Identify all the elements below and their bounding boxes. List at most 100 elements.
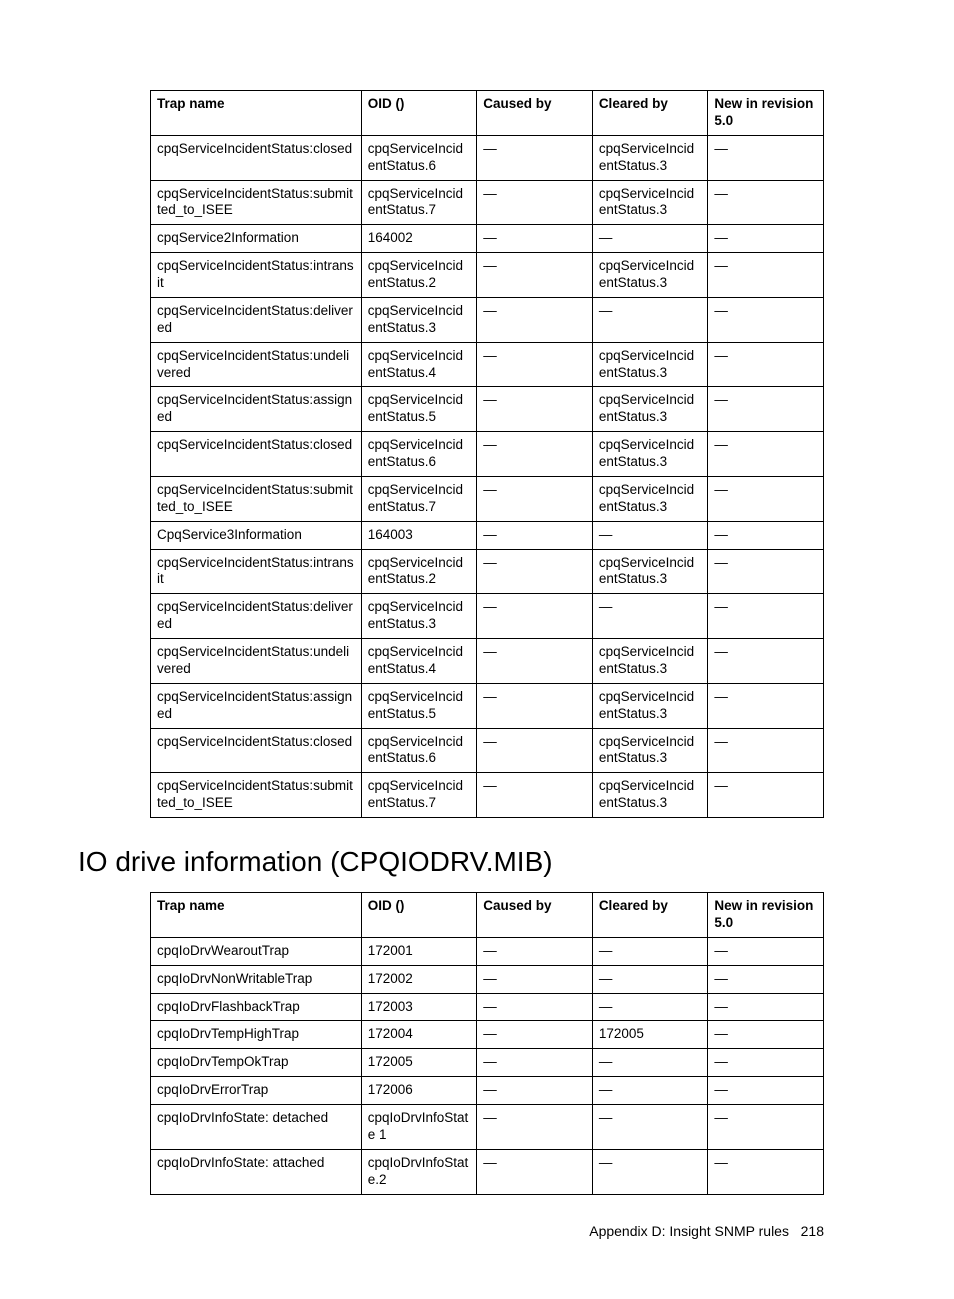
cell-oid: 172005 <box>361 1049 477 1077</box>
cell-trap: cpqServiceIncidentStatus:closed <box>151 728 362 773</box>
table-row: CpqService3Information164003——— <box>151 521 824 549</box>
cell-oid: cpqServiceIncidentStatus.7 <box>361 476 477 521</box>
cell-cleared: — <box>592 1149 708 1194</box>
cell-oid: 164003 <box>361 521 477 549</box>
cell-cleared: — <box>592 225 708 253</box>
cell-trap: cpqServiceIncidentStatus:intransit <box>151 549 362 594</box>
cell-trap: cpqService2Information <box>151 225 362 253</box>
table-row: cpqServiceIncidentStatus:closedcpqServic… <box>151 135 824 180</box>
cell-oid: 172002 <box>361 965 477 993</box>
cell-caused: — <box>477 297 593 342</box>
table-row: cpqIoDrvInfoState: attachedcpqIoDrvInfoS… <box>151 1149 824 1194</box>
cell-newin: — <box>708 549 824 594</box>
table-header-row: Trap name OID () Caused by Cleared by Ne… <box>151 893 824 938</box>
cell-cleared: cpqServiceIncidentStatus.3 <box>592 135 708 180</box>
cell-cleared: cpqServiceIncidentStatus.3 <box>592 549 708 594</box>
cell-cleared: — <box>592 937 708 965</box>
cell-oid: cpqServiceIncidentStatus.3 <box>361 594 477 639</box>
cell-oid: cpqServiceIncidentStatus.2 <box>361 549 477 594</box>
cell-cleared: 172005 <box>592 1021 708 1049</box>
cell-caused: — <box>477 1049 593 1077</box>
cell-newin: — <box>708 521 824 549</box>
cell-cleared: — <box>592 965 708 993</box>
cell-oid: cpqServiceIncidentStatus.5 <box>361 387 477 432</box>
cell-oid: cpqServiceIncidentStatus.7 <box>361 773 477 818</box>
cell-oid: 172003 <box>361 993 477 1021</box>
cell-trap: cpqIoDrvErrorTrap <box>151 1077 362 1105</box>
cell-newin: — <box>708 297 824 342</box>
cell-newin: — <box>708 728 824 773</box>
th-oid: OID () <box>361 91 477 136</box>
table-row: cpqIoDrvWearoutTrap172001——— <box>151 937 824 965</box>
table-row: cpqIoDrvFlashbackTrap172003——— <box>151 993 824 1021</box>
cell-cleared: cpqServiceIncidentStatus.3 <box>592 728 708 773</box>
cell-newin: — <box>708 476 824 521</box>
cell-newin: — <box>708 135 824 180</box>
cell-trap: cpqServiceIncidentStatus:assigned <box>151 683 362 728</box>
cell-newin: — <box>708 387 824 432</box>
cell-trap: cpqServiceIncidentStatus:intransit <box>151 253 362 298</box>
footer-page: 218 <box>801 1223 824 1239</box>
cell-oid: 172004 <box>361 1021 477 1049</box>
cell-oid: cpqServiceIncidentStatus.2 <box>361 253 477 298</box>
cell-cleared: — <box>592 1105 708 1150</box>
cell-caused: — <box>477 1077 593 1105</box>
cell-cleared: — <box>592 1077 708 1105</box>
th-newin: New in revision 5.0 <box>708 893 824 938</box>
cell-caused: — <box>477 432 593 477</box>
cell-caused: — <box>477 1105 593 1150</box>
cell-cleared: cpqServiceIncidentStatus.3 <box>592 432 708 477</box>
cell-cleared: cpqServiceIncidentStatus.3 <box>592 476 708 521</box>
cell-oid: cpqServiceIncidentStatus.4 <box>361 342 477 387</box>
th-trap: Trap name <box>151 893 362 938</box>
cell-cleared: — <box>592 594 708 639</box>
cell-trap: cpqServiceIncidentStatus:submitted_to_IS… <box>151 180 362 225</box>
table-row: cpqServiceIncidentStatus:undeliveredcpqS… <box>151 342 824 387</box>
cell-caused: — <box>477 387 593 432</box>
cell-caused: — <box>477 993 593 1021</box>
table-row: cpqIoDrvErrorTrap172006——— <box>151 1077 824 1105</box>
cell-caused: — <box>477 639 593 684</box>
cell-newin: — <box>708 594 824 639</box>
footer-text: Appendix D: Insight SNMP rules <box>589 1223 789 1239</box>
cell-caused: — <box>477 1021 593 1049</box>
cell-newin: — <box>708 683 824 728</box>
cell-trap: cpqIoDrvWearoutTrap <box>151 937 362 965</box>
cell-cleared: cpqServiceIncidentStatus.3 <box>592 639 708 684</box>
cell-cleared: — <box>592 993 708 1021</box>
cell-cleared: cpqServiceIncidentStatus.3 <box>592 253 708 298</box>
cell-caused: — <box>477 521 593 549</box>
cell-cleared: — <box>592 521 708 549</box>
table-row: cpqServiceIncidentStatus:undeliveredcpqS… <box>151 639 824 684</box>
cell-caused: — <box>477 683 593 728</box>
th-caused: Caused by <box>477 893 593 938</box>
cell-newin: — <box>708 639 824 684</box>
table-row: cpqServiceIncidentStatus:deliveredcpqSer… <box>151 594 824 639</box>
cell-cleared: cpqServiceIncidentStatus.3 <box>592 387 708 432</box>
table-row: cpqServiceIncidentStatus:closedcpqServic… <box>151 432 824 477</box>
cell-newin: — <box>708 993 824 1021</box>
cell-trap: cpqIoDrvInfoState: attached <box>151 1149 362 1194</box>
th-cleared: Cleared by <box>592 91 708 136</box>
cell-oid: 172001 <box>361 937 477 965</box>
page-footer: Appendix D: Insight SNMP rules 218 <box>150 1223 824 1239</box>
cell-trap: CpqService3Information <box>151 521 362 549</box>
cell-oid: cpqServiceIncidentStatus.7 <box>361 180 477 225</box>
cell-trap: cpqServiceIncidentStatus:delivered <box>151 594 362 639</box>
th-caused: Caused by <box>477 91 593 136</box>
th-oid: OID () <box>361 893 477 938</box>
cell-trap: cpqIoDrvTempOkTrap <box>151 1049 362 1077</box>
cell-newin: — <box>708 1021 824 1049</box>
table-row: cpqServiceIncidentStatus:submitted_to_IS… <box>151 773 824 818</box>
cell-caused: — <box>477 773 593 818</box>
cell-caused: — <box>477 225 593 253</box>
cell-caused: — <box>477 253 593 298</box>
cell-oid: cpqServiceIncidentStatus.3 <box>361 297 477 342</box>
cell-newin: — <box>708 342 824 387</box>
cell-oid: cpqServiceIncidentStatus.6 <box>361 135 477 180</box>
table-row: cpqIoDrvInfoState: detachedcpqIoDrvInfoS… <box>151 1105 824 1150</box>
cell-newin: — <box>708 1105 824 1150</box>
table-row: cpqServiceIncidentStatus:deliveredcpqSer… <box>151 297 824 342</box>
cell-oid: 164002 <box>361 225 477 253</box>
cell-trap: cpqServiceIncidentStatus:submitted_to_IS… <box>151 476 362 521</box>
